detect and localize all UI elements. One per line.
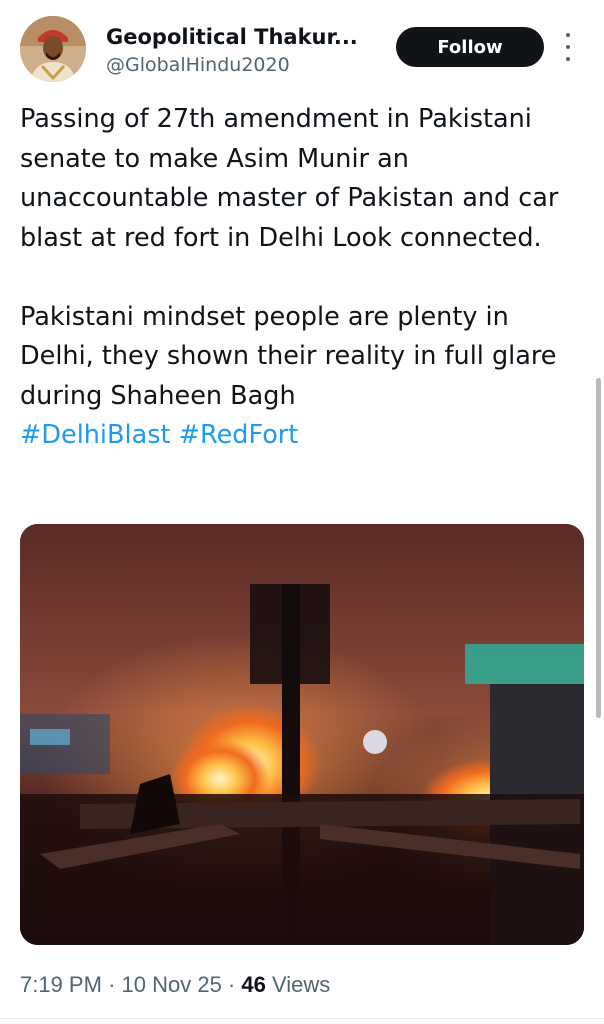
- tweet-text: Passing of 27th amendment in Pakistani s…: [20, 100, 590, 456]
- views-label: Views: [272, 972, 331, 997]
- author-handle[interactable]: @GlobalHindu2020: [106, 52, 358, 78]
- meta-separator: ·: [108, 972, 116, 997]
- fire-scene-photo: [20, 524, 584, 945]
- hashtag-redfort[interactable]: #RedFort: [179, 420, 299, 450]
- follow-button[interactable]: Follow: [396, 27, 544, 67]
- meta-separator: ·: [227, 972, 236, 997]
- tweet-media-image[interactable]: [20, 524, 584, 945]
- tweet-date[interactable]: 10 Nov 25: [122, 972, 222, 997]
- tweet-header: Geopolitical Thakur... @GlobalHindu2020 …: [0, 0, 604, 100]
- author-names: Geopolitical Thakur... @GlobalHindu2020: [106, 24, 358, 78]
- hashtag-delhiblast[interactable]: #DelhiBlast: [20, 420, 171, 450]
- author-display-name[interactable]: Geopolitical Thakur...: [106, 24, 358, 50]
- tweet-time[interactable]: 7:19 PM: [20, 972, 102, 997]
- tweet-paragraph-1: Passing of 27th amendment in Pakistani s…: [20, 104, 559, 253]
- tweet-meta: 7:19 PM · 10 Nov 25 · 46 Views: [20, 970, 330, 1000]
- tweet-paragraph-2-text: Pakistani mindset people are plenty in D…: [20, 301, 557, 411]
- tweet-paragraph-2: Pakistani mindset people are plenty in D…: [20, 298, 590, 456]
- more-vertical-icon[interactable]: [562, 33, 574, 61]
- views-count: 46: [241, 972, 266, 997]
- scrollbar[interactable]: [596, 378, 601, 718]
- divider: [0, 1018, 604, 1019]
- avatar[interactable]: [20, 16, 86, 82]
